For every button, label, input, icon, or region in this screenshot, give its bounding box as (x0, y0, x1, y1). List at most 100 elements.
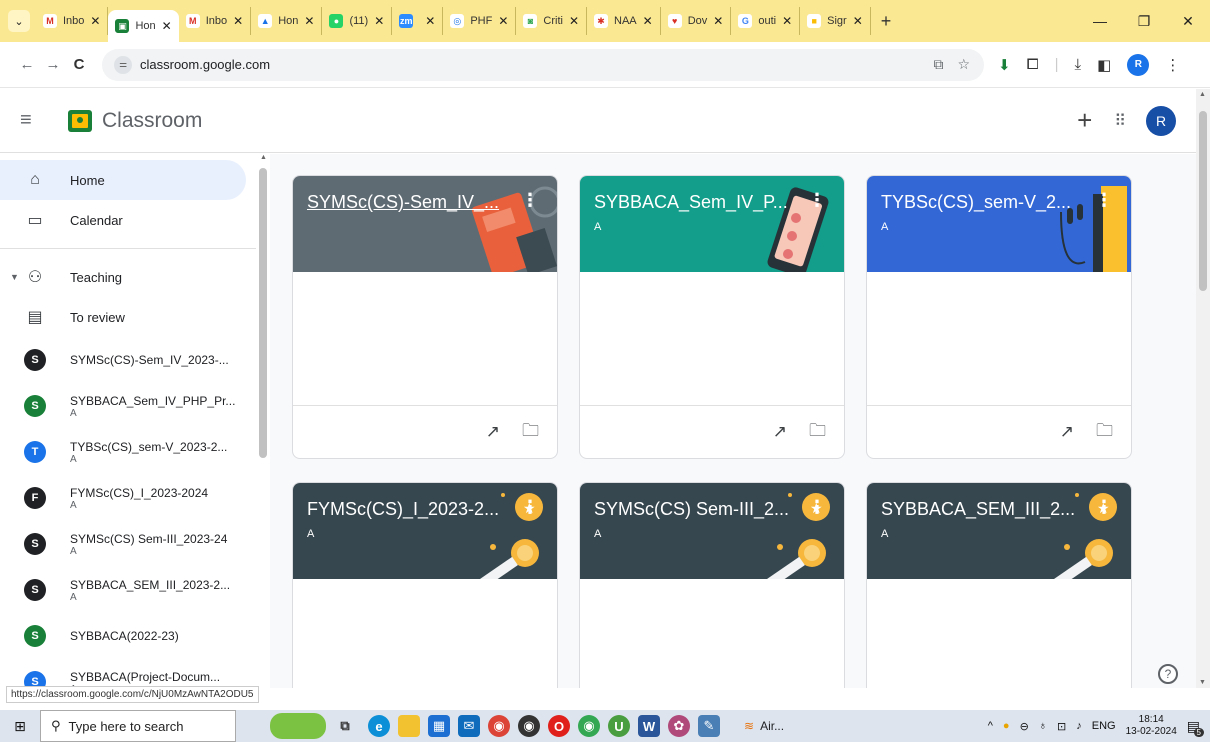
browser-tab[interactable]: M Inbo ✕ (179, 7, 252, 35)
browser-tab[interactable]: ■ Sigr ✕ (800, 7, 871, 35)
class-card[interactable]: ★FYMSc(CS)_I_2023-2...A⋮↗🗀 (292, 482, 558, 688)
notes-icon[interactable]: ✎ (698, 715, 720, 737)
notification-icon[interactable]: ▤ 5 (1187, 718, 1204, 737)
more-options-icon[interactable]: ⋮ (1095, 190, 1113, 211)
class-card-title[interactable]: SYBBACA_Sem_IV_P... (594, 192, 794, 213)
address-bar[interactable]: ⚌ classroom.google.com ⧉ ☆ (102, 48, 984, 81)
chrome-profile-icon[interactable]: ◉ (578, 715, 600, 737)
tray-device-icon[interactable]: ⊖ (1020, 720, 1029, 733)
more-options-icon[interactable]: ⋮ (521, 190, 539, 211)
tray-app-icon[interactable]: ● (1003, 720, 1010, 732)
class-card-banner[interactable]: SYBBACA_Sem_IV_P... A ⋮ (580, 176, 844, 272)
tab-close-icon[interactable]: ✕ (374, 14, 384, 28)
folder-icon[interactable]: 🗀 (1096, 418, 1113, 447)
tab-close-icon[interactable]: ✕ (425, 14, 435, 28)
class-card-banner[interactable]: ★ SYMSc(CS) Sem-III_2... A ⋮ (580, 483, 844, 579)
trending-icon[interactable]: ↗ (1060, 422, 1074, 442)
side-panel-icon[interactable]: ◧ (1097, 56, 1111, 74)
sidebar-item-teaching[interactable]: ▼ ⚇ Teaching (0, 257, 246, 297)
chrome-canary-icon[interactable]: ◉ (518, 715, 540, 737)
minimize-icon[interactable]: — (1078, 13, 1122, 29)
page-scroll-thumb[interactable] (1199, 111, 1207, 291)
browser-tab[interactable]: zm ✕ (392, 7, 444, 35)
browser-tab[interactable]: ♥ Dov ✕ (661, 7, 732, 35)
class-card-title[interactable]: TYBSc(CS)_sem-V_2... (881, 192, 1081, 213)
browser-tab[interactable]: ◙ Criti ✕ (516, 7, 588, 35)
task-view-icon[interactable]: ⧉ (330, 715, 360, 737)
class-card[interactable]: SYBBACA_Sem_IV_P... A ⋮ ↗ 🗀 (579, 175, 845, 459)
tab-close-icon[interactable]: ✕ (304, 14, 314, 28)
opera-icon[interactable]: O (548, 715, 570, 737)
expand-arrow-icon[interactable]: ▼ (10, 272, 22, 282)
close-icon[interactable]: ✕ (1166, 13, 1210, 30)
sidebar-class-item[interactable]: T TYBSc(CS)_sem-V_2023-2... A (0, 429, 246, 475)
reload-icon[interactable]: C (66, 56, 92, 73)
sidebar-class-item[interactable]: F FYMSc(CS)_I_2023-2024 A (0, 475, 246, 521)
tray-chevron-icon[interactable]: ^ (988, 720, 993, 732)
sidebar-class-item[interactable]: S SYBBACA_Sem_IV_PHP_Pr... A (0, 383, 246, 429)
forward-icon[interactable]: → (40, 56, 66, 73)
restore-icon[interactable]: ❐ (1122, 13, 1166, 30)
app-title[interactable]: Classroom (102, 109, 202, 133)
folder-icon[interactable]: 🗀 (522, 418, 539, 447)
sidebar-class-item[interactable]: S SYMSc(CS)-Sem_IV_2023-... (0, 337, 246, 383)
class-card-banner[interactable]: ★ FYMSc(CS)_I_2023-2... A ⋮ (293, 483, 557, 579)
sidebar-class-item[interactable]: SSYBBACA(Project-Docum...A (0, 659, 246, 688)
back-icon[interactable]: ← (14, 56, 40, 73)
paint-icon[interactable]: ✿ (668, 715, 690, 737)
volume-icon[interactable]: ♪ (1076, 720, 1082, 732)
file-explorer-icon[interactable] (398, 715, 420, 737)
chrome-icon[interactable]: ◉ (488, 715, 510, 737)
tab-close-icon[interactable]: ✕ (643, 14, 653, 28)
browser-tab[interactable]: ● (11) ✕ (322, 7, 393, 35)
class-card-title[interactable]: SYMSc(CS)-Sem_IV_... (307, 192, 507, 213)
language-indicator[interactable]: ENG (1092, 720, 1116, 732)
browser-tab[interactable]: Gouti ✕ (731, 7, 801, 35)
more-options-icon[interactable]: ⋮ (808, 497, 826, 518)
class-card-banner[interactable]: SYMSc(CS)-Sem_IV_... ⋮ (293, 176, 557, 272)
help-icon[interactable]: ? (1158, 664, 1178, 684)
more-options-icon[interactable]: ⋮ (808, 190, 826, 211)
class-card-title[interactable]: SYMSc(CS) Sem-III_2... (594, 499, 794, 520)
word-icon[interactable]: W (638, 715, 660, 737)
tab-close-icon[interactable]: ✕ (853, 14, 863, 28)
sidebar-scroll-thumb[interactable] (259, 168, 267, 458)
sidebar-item-to-review[interactable]: ▤ To review (0, 297, 246, 337)
utorrent-icon[interactable]: U (608, 715, 630, 737)
browser-tab[interactable]: ◎ PHF ✕ (443, 7, 517, 35)
class-card[interactable]: ★SYBBACA_SEM_III_2...A⋮↗🗀 (866, 482, 1132, 688)
class-card[interactable]: TYBSc(CS)_sem-V_2... A ⋮ ↗ 🗀 (866, 175, 1132, 459)
class-card-banner[interactable]: ★ SYBBACA_SEM_III_2... A ⋮ (867, 483, 1131, 579)
more-options-icon[interactable]: ⋮ (1095, 497, 1113, 518)
account-avatar[interactable]: R (1146, 105, 1176, 136)
tab-close-icon[interactable]: ✕ (162, 19, 172, 33)
page-scroll-down-icon[interactable]: ▼ (1199, 679, 1206, 686)
download-extension-icon[interactable]: ⬇ (998, 56, 1011, 74)
mail-icon[interactable]: ✉ (458, 715, 480, 737)
sidebar-class-item[interactable]: S SYBBACA_SEM_III_2023-2... A (0, 567, 246, 613)
sidebar-scrollbar[interactable]: ▲ (258, 154, 268, 688)
windows-start-icon[interactable]: ⊞ (0, 718, 40, 735)
class-card-banner[interactable]: TYBSc(CS)_sem-V_2... A ⋮ (867, 176, 1131, 272)
scroll-up-arrow-icon[interactable]: ▲ (260, 154, 267, 161)
trending-icon[interactable]: ↗ (773, 422, 787, 442)
sidebar-class-item[interactable]: S SYMSc(CS) Sem-III_2023-24 A (0, 521, 246, 567)
search-highlight-image[interactable] (270, 713, 326, 739)
main-menu-icon[interactable]: ≡ (20, 109, 44, 132)
trending-icon[interactable]: ↗ (486, 422, 500, 442)
sidebar-item-calendar[interactable]: ▭ Calendar (0, 200, 246, 240)
install-app-icon[interactable]: ⧉ (933, 56, 943, 73)
google-apps-icon[interactable]: ⠿ (1114, 111, 1126, 131)
class-card[interactable]: SYMSc(CS)-Sem_IV_... ⋮ ↗ 🗀 (292, 175, 558, 459)
tab-close-icon[interactable]: ✕ (713, 14, 723, 28)
tab-close-icon[interactable]: ✕ (233, 14, 243, 28)
menu-icon[interactable]: ⋮ (1165, 56, 1180, 74)
classroom-logo[interactable] (68, 109, 92, 132)
profile-avatar[interactable]: R (1127, 53, 1150, 76)
microphone-icon[interactable]: ♁ (1039, 720, 1047, 732)
browser-tab[interactable]: ✱ NAA ✕ (587, 7, 661, 35)
class-card-title[interactable]: SYBBACA_SEM_III_2... (881, 499, 1081, 520)
browser-tab[interactable]: M Inbo ✕ (36, 7, 109, 35)
sidebar-class-item[interactable]: S SYBBACA(2022-23) (0, 613, 246, 659)
tab-close-icon[interactable]: ✕ (90, 14, 100, 28)
